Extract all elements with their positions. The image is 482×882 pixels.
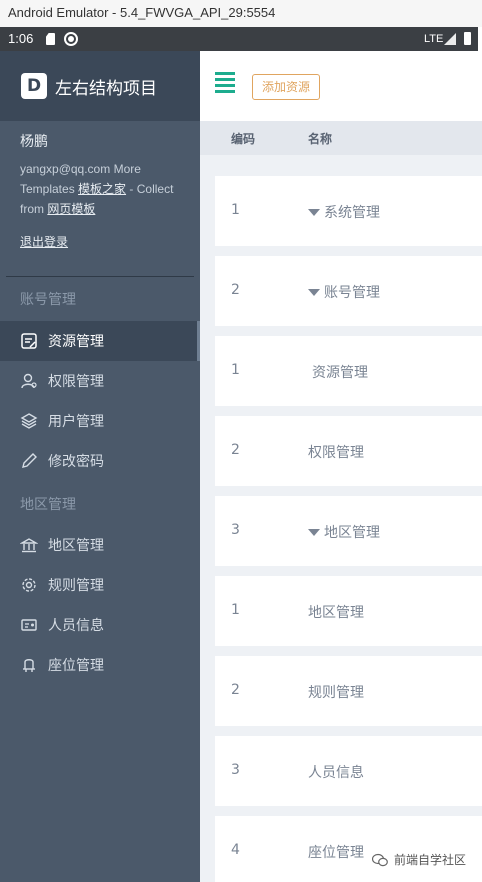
nav-group-account: 账号管理 xyxy=(20,292,76,308)
main-content: 添加资源 编码 名称 1 系统管理 2 账号管理 1 资源管理 2 权限管理 3… xyxy=(200,51,482,882)
gear-icon xyxy=(20,576,38,594)
brand[interactable]: D 左右结构项目 xyxy=(0,51,200,121)
bank-icon xyxy=(20,536,38,554)
user-panel: 杨鹏 yangxp@qq.com More Templates 模板之家 - C… xyxy=(0,121,200,251)
cell-name: 座位管理 xyxy=(308,845,364,861)
cell-name-text: 账号管理 xyxy=(324,285,380,301)
cell-code: 1 xyxy=(231,602,240,618)
web-template-link[interactable]: 网页模板 xyxy=(47,202,95,216)
info-more: More xyxy=(113,162,141,176)
table-row[interactable]: 4 座位管理 xyxy=(215,816,482,882)
table-row[interactable]: 1 资源管理 xyxy=(215,336,482,406)
table-header: 编码 名称 xyxy=(200,121,482,155)
table-row[interactable]: 1 地区管理 xyxy=(215,576,482,646)
top-bar: 添加资源 xyxy=(200,51,482,121)
battery-icon xyxy=(464,32,471,45)
sidebar-item-staff[interactable]: 人员信息 xyxy=(0,605,200,645)
info-templates: Templates xyxy=(20,182,75,196)
cell-code: 1 xyxy=(231,362,240,378)
cell-name: 人员信息 xyxy=(308,765,364,781)
column-header-code: 编码 xyxy=(231,132,256,146)
id-card-icon xyxy=(20,616,38,634)
table-row[interactable]: 2 账号管理 xyxy=(215,256,482,326)
cell-name: 地区管理 xyxy=(308,522,380,542)
cell-code: 3 xyxy=(231,762,240,778)
sidebar-item-rules[interactable]: 规则管理 xyxy=(0,565,200,605)
cell-name: 权限管理 xyxy=(308,445,364,461)
table-row[interactable]: 2 规则管理 xyxy=(215,656,482,726)
cell-code: 4 xyxy=(231,842,240,858)
cell-code: 2 xyxy=(231,442,240,458)
status-bar: 1:06 LTE xyxy=(0,27,478,51)
cell-name: 规则管理 xyxy=(308,685,364,701)
sidebar-item-label: 用户管理 xyxy=(48,414,104,430)
resource-icon xyxy=(20,332,38,350)
sidebar-item-label: 修改密码 xyxy=(48,454,104,470)
table-row[interactable]: 2 权限管理 xyxy=(215,416,482,486)
cell-code: 2 xyxy=(231,682,240,698)
sidebar-item-resource[interactable]: 资源管理 xyxy=(0,321,200,361)
sidebar-item-users[interactable]: 用户管理 xyxy=(0,401,200,441)
brand-title: 左右结构项目 xyxy=(55,78,157,99)
logout-link[interactable]: 退出登录 xyxy=(20,233,68,250)
permission-icon xyxy=(20,372,38,390)
cell-name: 账号管理 xyxy=(308,282,380,302)
sidebar-item-permission[interactable]: 权限管理 xyxy=(0,361,200,401)
table-row[interactable]: 1 系统管理 xyxy=(215,176,482,246)
caret-down-icon[interactable] xyxy=(308,208,320,216)
sidebar-item-region[interactable]: 地区管理 xyxy=(0,525,200,565)
sidebar-item-label: 权限管理 xyxy=(48,374,104,390)
signal-icon xyxy=(444,33,456,45)
nav-group-region: 地区管理 xyxy=(20,497,76,513)
sidebar-item-label: 人员信息 xyxy=(48,618,104,634)
column-header-name: 名称 xyxy=(308,132,333,146)
sidebar-item-label: 地区管理 xyxy=(48,538,104,554)
sidebar-item-label: 规则管理 xyxy=(48,578,104,594)
sidebar-item-password[interactable]: 修改密码 xyxy=(0,441,200,481)
seat-icon xyxy=(20,656,38,674)
layers-icon xyxy=(20,412,38,430)
info-from: from xyxy=(20,202,44,216)
cell-name-text: 地区管理 xyxy=(324,525,380,541)
pen-icon xyxy=(20,452,38,470)
sidebar: D 左右结构项目 杨鹏 yangxp@qq.com More Templates… xyxy=(0,51,200,882)
sd-card-icon xyxy=(46,33,55,45)
caret-down-icon[interactable] xyxy=(308,288,320,296)
caret-down-icon[interactable] xyxy=(308,528,320,536)
sidebar-item-seats[interactable]: 座位管理 xyxy=(0,645,200,685)
cell-name: 系统管理 xyxy=(308,202,380,222)
network-type: LTE xyxy=(424,33,444,45)
user-email: yangxp@qq.com xyxy=(20,162,111,176)
watermark-text: 前端自学社区 xyxy=(394,853,467,867)
watermark: 前端自学社区 xyxy=(372,851,466,868)
add-resource-button[interactable]: 添加资源 xyxy=(252,74,321,100)
user-info: yangxp@qq.com More Templates 模板之家 - Coll… xyxy=(20,159,180,219)
user-name: 杨鹏 xyxy=(20,133,48,149)
sidebar-divider xyxy=(6,276,194,277)
table-row[interactable]: 3 人员信息 xyxy=(215,736,482,806)
sidebar-item-label: 资源管理 xyxy=(48,334,104,350)
sync-icon xyxy=(64,32,78,46)
cell-name: 资源管理 xyxy=(312,365,368,381)
sidebar-item-label: 座位管理 xyxy=(48,658,104,674)
window-title: Android Emulator - 5.4_FWVGA_API_29:5554 xyxy=(0,0,482,27)
template-home-link[interactable]: 模板之家 xyxy=(78,182,126,196)
cell-code: 3 xyxy=(231,522,240,538)
info-collect: - Collect xyxy=(129,182,174,196)
cell-code: 2 xyxy=(231,282,240,298)
table-row[interactable]: 3 地区管理 xyxy=(215,496,482,566)
cell-name-text: 系统管理 xyxy=(324,205,380,221)
cell-name: 地区管理 xyxy=(308,605,364,621)
status-time: 1:06 xyxy=(8,31,34,46)
wechat-icon xyxy=(372,853,388,866)
logo-icon: D xyxy=(21,73,47,99)
menu-toggle-icon[interactable] xyxy=(215,72,235,93)
cell-code: 1 xyxy=(231,202,240,218)
